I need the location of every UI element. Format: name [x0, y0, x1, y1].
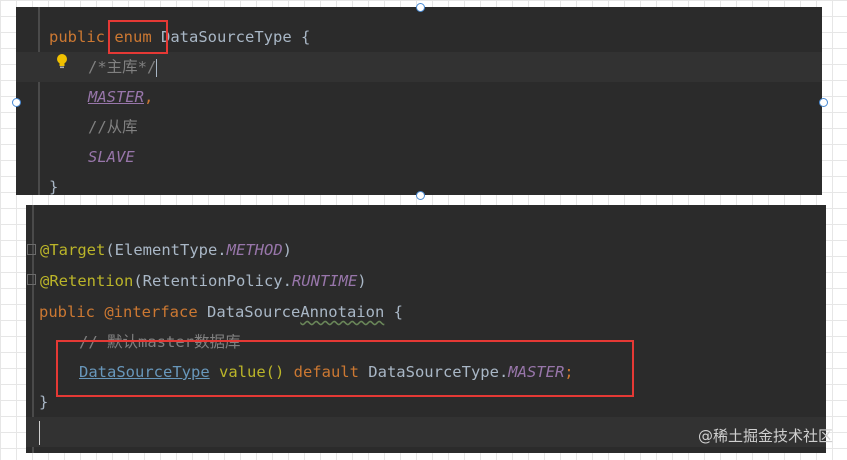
- resize-handle-right[interactable]: [819, 98, 828, 107]
- constant-runtime: RUNTIME: [291, 272, 358, 290]
- resize-handle-left[interactable]: [12, 98, 21, 107]
- highlight-box-enum: [108, 20, 168, 54]
- comment-main: /*主库*/: [88, 58, 157, 76]
- lightbulb-icon[interactable]: [56, 53, 68, 69]
- text-cursor: [156, 58, 158, 77]
- text-cursor: [39, 420, 40, 445]
- keyword-interface: @interface: [95, 303, 207, 321]
- editor-panel-enum: public enum DataSourceType { /*主库*/ MAST…: [16, 7, 822, 195]
- code-line-2[interactable]: @Retention(RetentionPolicy.RUNTIME): [26, 266, 826, 296]
- retention-policy: (RetentionPolicy.: [133, 272, 292, 290]
- code-line-5[interactable]: SLAVE: [16, 142, 822, 172]
- closing-brace: }: [39, 393, 49, 411]
- comment-slave: //从库: [88, 118, 138, 136]
- resize-handle-top[interactable]: [416, 3, 425, 12]
- enum-name: DataSourceType {: [151, 28, 311, 46]
- annotation-target: @Target: [40, 241, 106, 259]
- resize-handle-bottom[interactable]: [416, 191, 425, 200]
- constant-master: MASTER: [88, 88, 144, 106]
- code-line-2[interactable]: /*主库*/: [16, 52, 822, 82]
- paren-close: ): [282, 241, 292, 259]
- code-line-3[interactable]: public @interface DataSourceAnnotaion {: [26, 297, 826, 327]
- highlight-box-default-line: [56, 340, 634, 397]
- constant-slave: SLAVE: [88, 148, 135, 166]
- open-brace: {: [384, 303, 403, 321]
- code-line-1[interactable]: @Target(ElementType.METHOD): [26, 235, 826, 265]
- paren-close: ): [357, 272, 367, 290]
- watermark: @稀土掘金技术社区: [697, 427, 833, 445]
- interface-name-part: DataSource: [206, 303, 301, 321]
- annotation-retention: @Retention: [40, 272, 134, 290]
- keyword-public: public: [49, 28, 105, 46]
- code-line-3[interactable]: MASTER,: [16, 82, 822, 112]
- comma: ,: [144, 88, 154, 106]
- constant-method: METHOD: [226, 241, 283, 259]
- element-type: (ElementType.: [105, 241, 227, 259]
- code-line-4[interactable]: //从库: [16, 112, 822, 142]
- closing-brace: }: [49, 178, 59, 195]
- interface-name-typo: Annotaion: [300, 303, 385, 321]
- keyword-public: public: [39, 303, 95, 321]
- editor-panel-annotation: @Target(ElementType.METHOD) @Retention(R…: [26, 205, 826, 453]
